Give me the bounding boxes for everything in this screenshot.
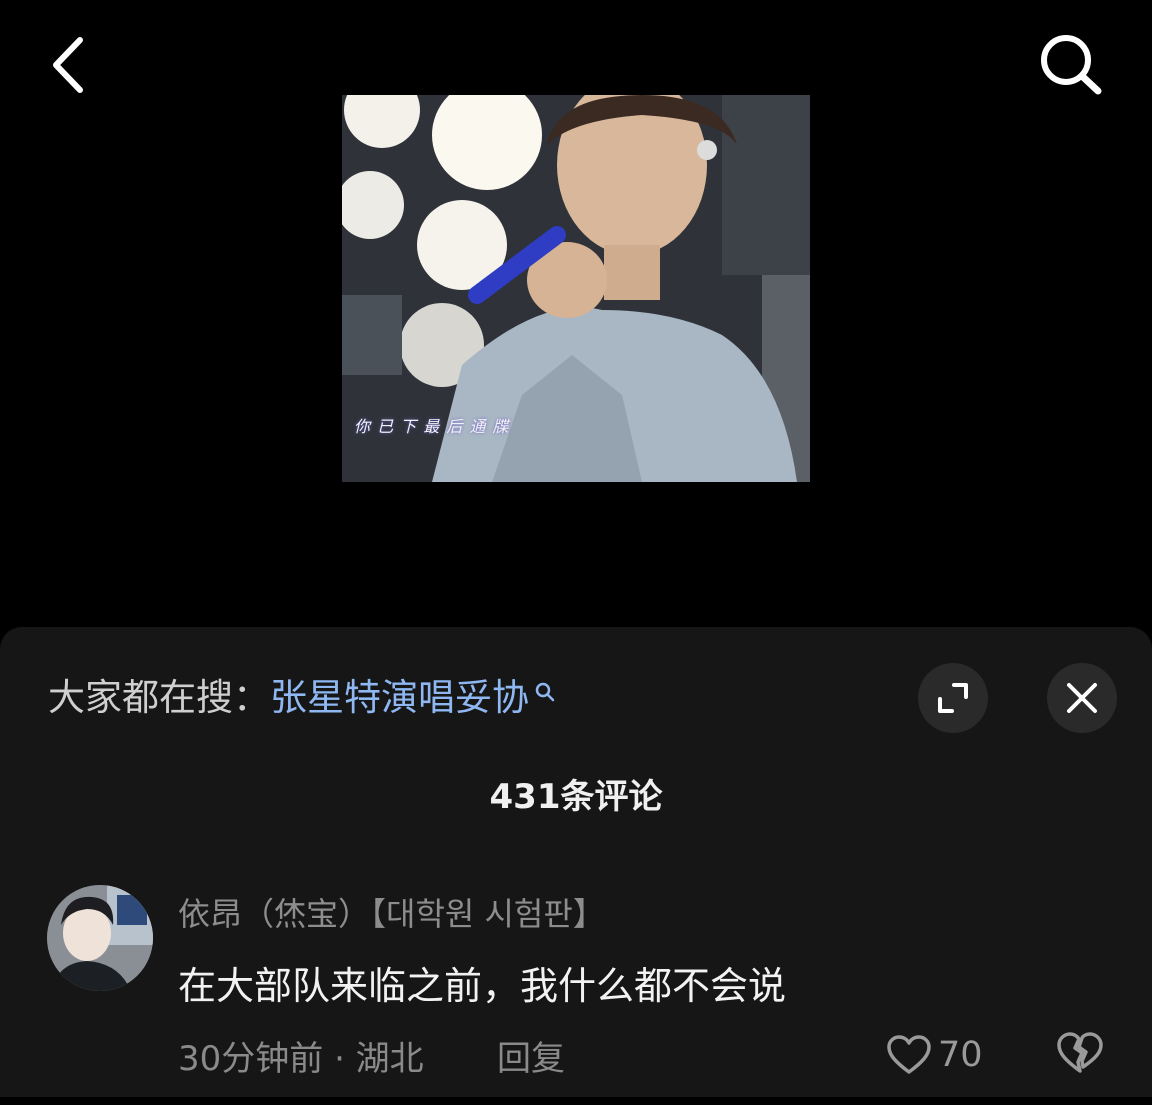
chevron-left-icon <box>53 37 83 93</box>
broken-heart-icon <box>1057 1032 1103 1073</box>
top-bar <box>0 0 1152 95</box>
mini-search-icon <box>535 682 555 702</box>
like-button[interactable]: 70 <box>886 1031 983 1079</box>
video-player[interactable]: 你 已 下 最 后 通 牒 <box>0 95 1152 630</box>
search-hint-keyword[interactable]: 张星特演唱妥协 <box>270 676 529 719</box>
avatar-image <box>47 885 153 991</box>
video-subtitle: 你 已 下 最 后 通 牒 <box>354 417 510 436</box>
expand-icon <box>938 683 968 713</box>
comment-meta: 30分钟前 · 湖北 <box>178 1039 424 1079</box>
back-button[interactable] <box>40 30 100 100</box>
comment-text: 在大部队来临之前，我什么都不会说 <box>178 964 787 1008</box>
heart-icon <box>887 1035 931 1074</box>
video-frame[interactable]: 你 已 下 最 后 通 牒 <box>342 95 810 482</box>
search-button[interactable] <box>1030 28 1110 103</box>
reply-button[interactable]: 回复 <box>497 1031 565 1080</box>
expand-button[interactable] <box>918 663 988 733</box>
like-count: 70 <box>938 1035 983 1075</box>
close-button[interactable] <box>1047 663 1117 733</box>
comment-item: 依昂（烋宝）【대학원 시험판】 在大部队来临之前，我什么都不会说 30分钟前 ·… <box>0 885 1152 1105</box>
comment-username[interactable]: 依昂（烋宝）【대학원 시험판】 <box>178 889 605 935</box>
search-icon <box>1041 35 1102 95</box>
search-hint-prefix: 大家都在搜： <box>48 676 270 719</box>
close-icon <box>1067 683 1097 713</box>
avatar[interactable] <box>47 885 153 991</box>
comment-count: 431条评论 <box>489 777 663 817</box>
search-suggestion[interactable]: 大家都在搜：张星特演唱妥协 <box>48 674 557 722</box>
dislike-button[interactable] <box>1056 1031 1104 1079</box>
comments-sheet: 大家都在搜：张星特演唱妥协 431条评论 依昂（烋宝）【대학원 시험판】 在大部… <box>0 627 1152 1097</box>
